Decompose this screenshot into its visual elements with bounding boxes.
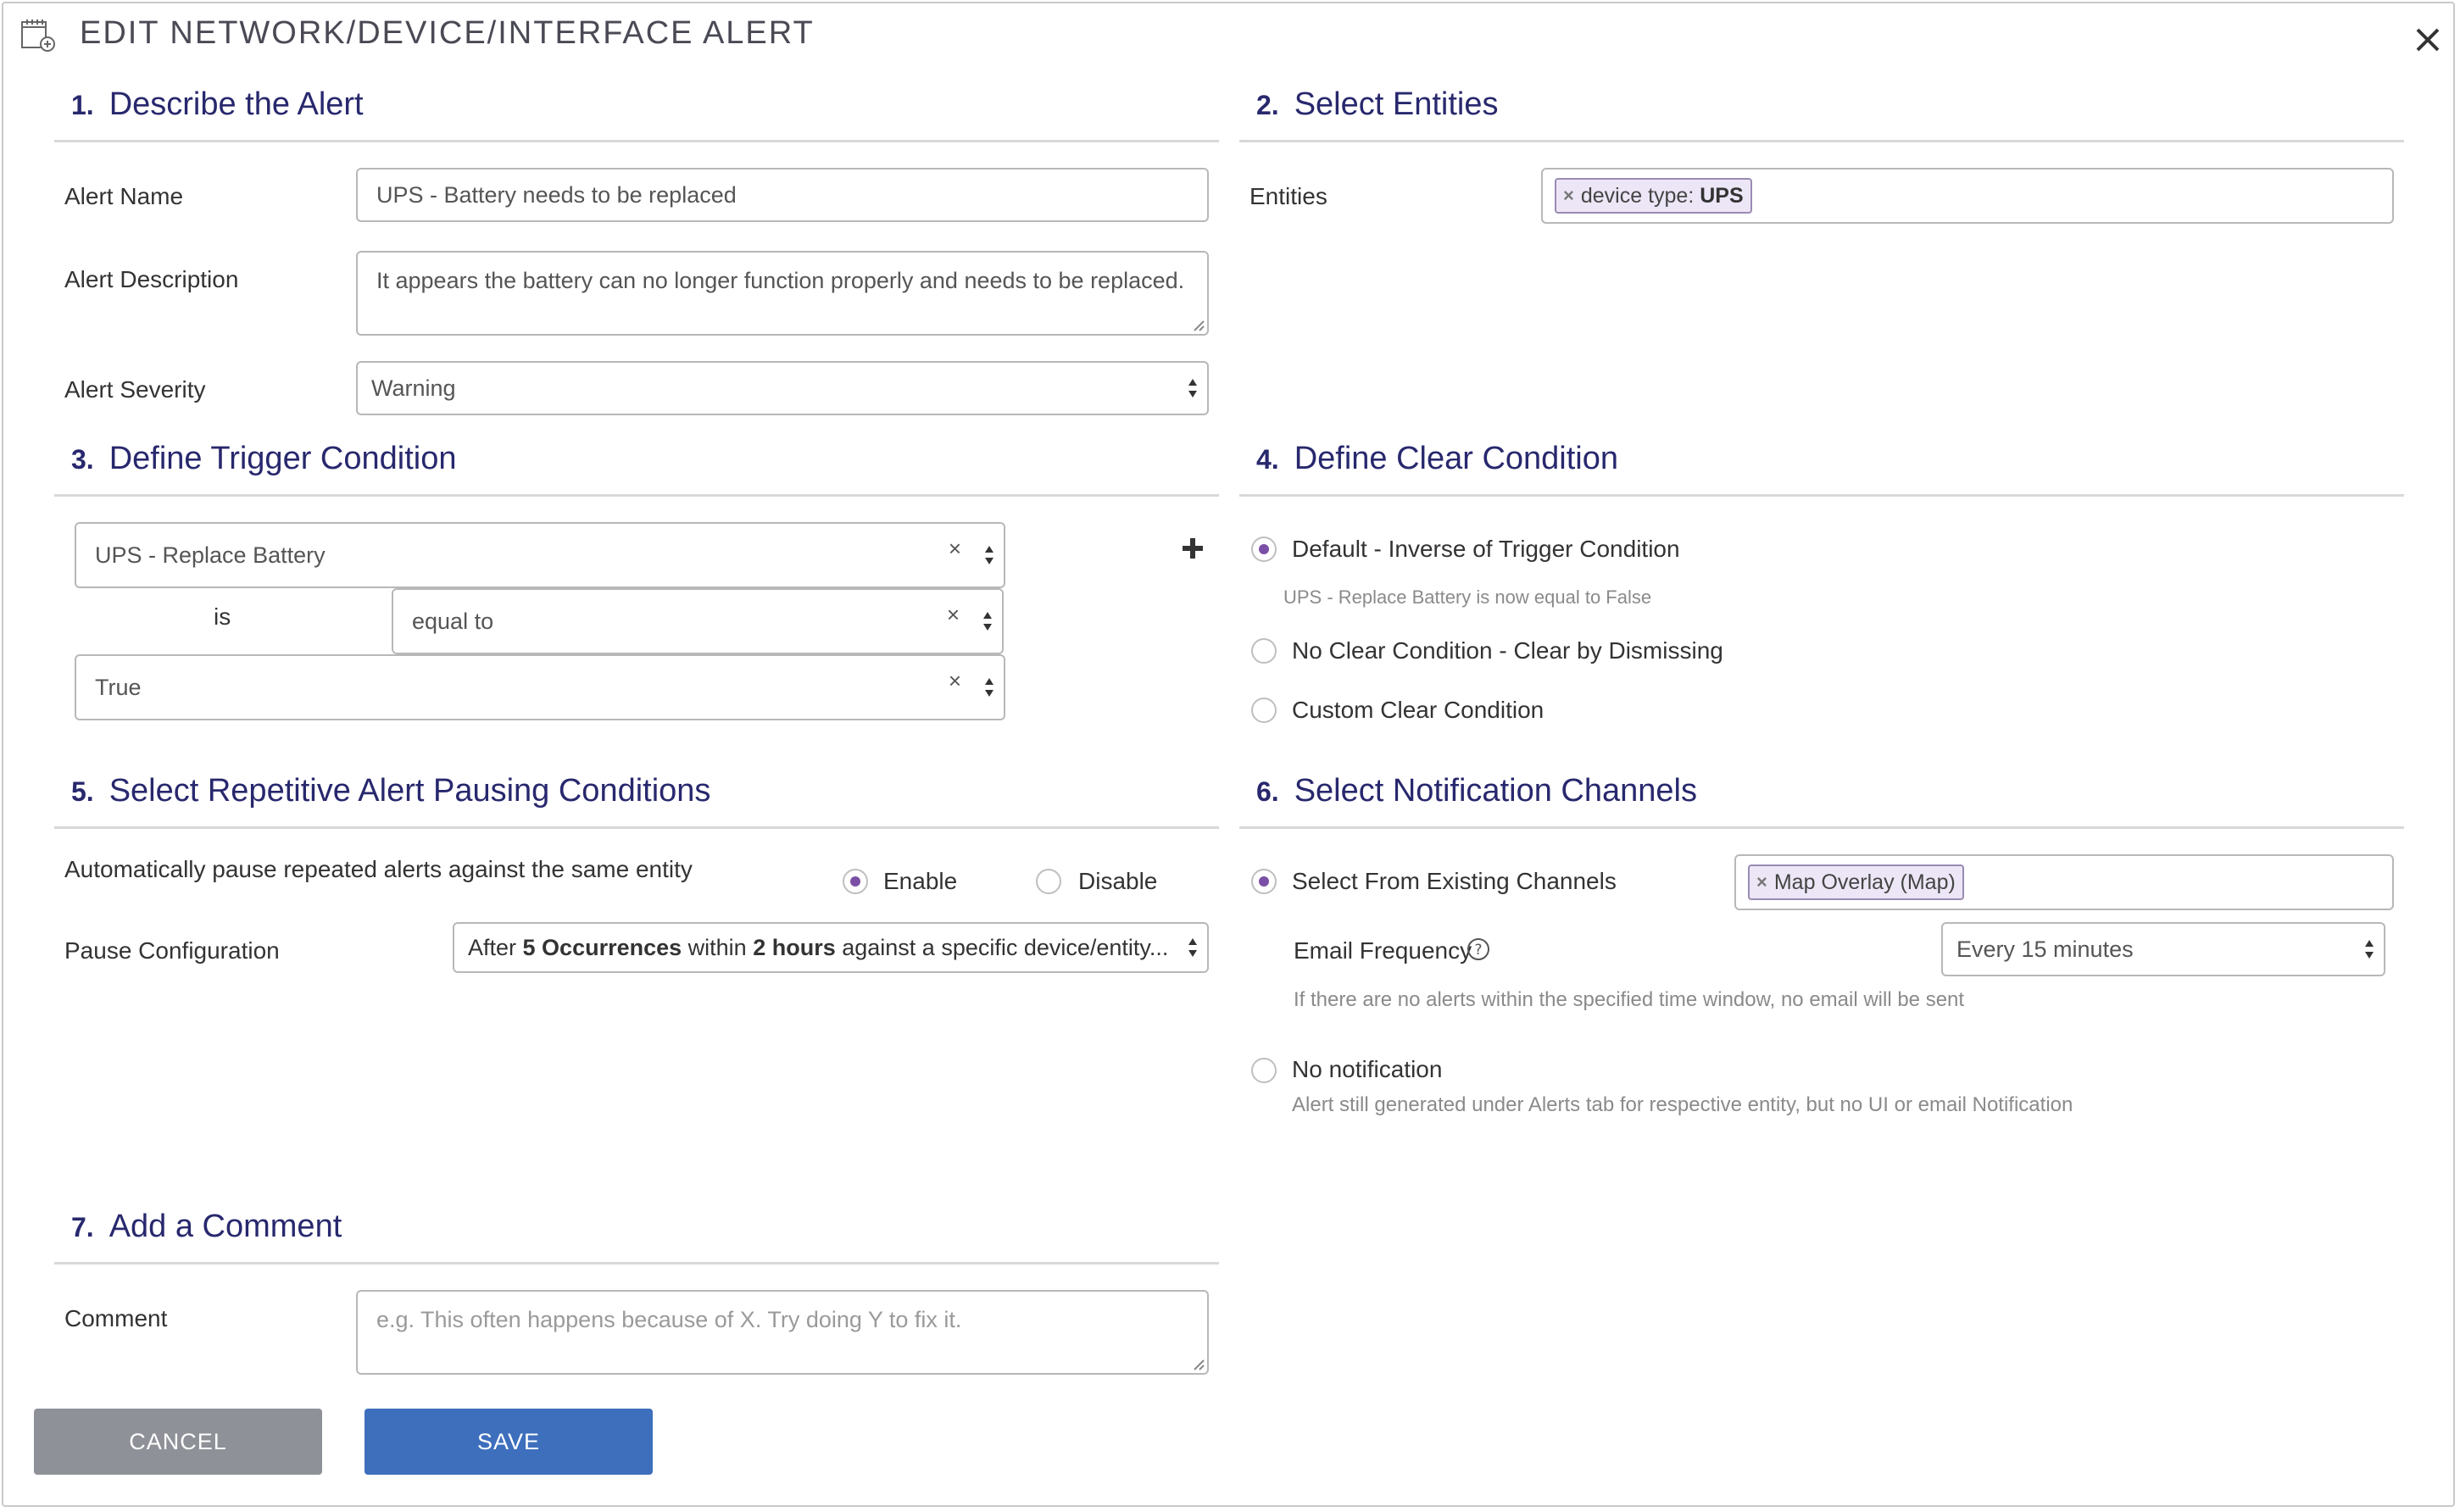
- section-divider: [54, 140, 1219, 142]
- channels-input[interactable]: × Map Overlay (Map): [1734, 854, 2394, 910]
- section-divider: [54, 494, 1219, 497]
- dialog-frame: [2, 2, 2455, 1507]
- entity-tag[interactable]: × device type: UPS: [1555, 178, 1752, 214]
- select-arrows-icon: [985, 546, 993, 564]
- select-arrows-icon: [1188, 379, 1197, 397]
- clear-default-radio[interactable]: [1251, 536, 1277, 562]
- cancel-button[interactable]: CANCEL: [34, 1409, 322, 1475]
- email-frequency-select[interactable]: Every 15 minutes: [1941, 922, 2385, 976]
- channels-none-label[interactable]: No notification: [1292, 1056, 1442, 1083]
- email-frequency-hint: If there are no alerts within the specif…: [1294, 988, 1965, 1011]
- section-pausing-heading: 5. Select Repetitive Alert Pausing Condit…: [71, 773, 711, 809]
- help-circle-icon[interactable]: ?: [1467, 937, 1490, 961]
- alert-severity-select[interactable]: Warning: [356, 361, 1209, 415]
- entities-input[interactable]: × device type: UPS: [1541, 168, 2394, 224]
- clear-dismiss-label[interactable]: No Clear Condition - Clear by Dismissing: [1292, 637, 1723, 664]
- alert-name-label: Alert Name: [64, 183, 184, 209]
- channels-none-hint: Alert still generated under Alerts tab f…: [1292, 1093, 2073, 1116]
- comment-label: Comment: [64, 1305, 168, 1331]
- dialog-title: EDIT NETWORK/DEVICE/INTERFACE ALERT: [80, 15, 815, 51]
- section-divider: [1239, 140, 2404, 142]
- channels-none-radio[interactable]: [1251, 1058, 1277, 1083]
- select-arrows-icon: [983, 612, 992, 631]
- channels-existing-label[interactable]: Select From Existing Channels: [1292, 868, 1617, 895]
- save-button[interactable]: SAVE: [365, 1409, 653, 1475]
- trigger-is-label: is: [214, 603, 231, 630]
- section-divider: [1239, 494, 2404, 497]
- svg-text:?: ?: [1474, 942, 1482, 959]
- comment-textarea[interactable]: e.g. This often happens because of X. Tr…: [356, 1290, 1209, 1375]
- select-arrows-icon: [985, 678, 993, 697]
- section-divider: [54, 1262, 1219, 1265]
- close-icon[interactable]: [2415, 27, 2441, 53]
- clear-x-icon[interactable]: ×: [949, 536, 961, 562]
- section-clear-heading: 4. Define Clear Condition: [1256, 441, 1619, 476]
- resize-handle-icon[interactable]: [1193, 320, 1205, 331]
- clear-custom-label[interactable]: Custom Clear Condition: [1292, 697, 1544, 724]
- plus-icon[interactable]: [1182, 537, 1204, 559]
- entities-label: Entities: [1249, 183, 1327, 209]
- calendar-add-icon: [21, 19, 55, 52]
- channel-tag[interactable]: × Map Overlay (Map): [1748, 864, 1964, 900]
- trigger-operator-select[interactable]: equal to ×: [392, 588, 1004, 654]
- pausing-enable-radio[interactable]: [843, 869, 868, 894]
- clear-x-icon[interactable]: ×: [947, 602, 960, 628]
- section-entities-heading: 2. Select Entities: [1256, 86, 1499, 122]
- remove-tag-icon[interactable]: ×: [1756, 871, 1767, 893]
- section-comment-heading: 7. Add a Comment: [71, 1209, 342, 1244]
- remove-tag-icon[interactable]: ×: [1563, 185, 1574, 207]
- alert-description-label: Alert Description: [64, 266, 239, 292]
- clear-default-hint: UPS - Replace Battery is now equal to Fa…: [1283, 586, 1652, 608]
- pausing-description: Automatically pause repeated alerts agai…: [64, 856, 693, 882]
- pause-configuration-select[interactable]: After 5 Occurrences within 2 hours again…: [453, 922, 1209, 973]
- pause-configuration-label: Pause Configuration: [64, 937, 280, 964]
- pausing-enable-label[interactable]: Enable: [883, 868, 957, 895]
- channels-existing-radio[interactable]: [1251, 869, 1277, 894]
- section-divider: [54, 826, 1219, 829]
- section-trigger-heading: 3. Define Trigger Condition: [71, 441, 457, 476]
- clear-custom-radio[interactable]: [1251, 698, 1277, 723]
- pausing-disable-radio[interactable]: [1036, 869, 1061, 894]
- resize-handle-icon[interactable]: [1193, 1359, 1205, 1370]
- section-describe-heading: 1. Describe the Alert: [71, 86, 364, 122]
- section-channels-heading: 6. Select Notification Channels: [1256, 773, 1697, 809]
- clear-dismiss-radio[interactable]: [1251, 638, 1277, 664]
- select-arrows-icon: [1188, 938, 1197, 957]
- clear-default-label[interactable]: Default - Inverse of Trigger Condition: [1292, 536, 1680, 563]
- trigger-value-select[interactable]: True ×: [75, 654, 1005, 720]
- alert-name-input[interactable]: UPS - Battery needs to be replaced: [356, 168, 1209, 222]
- select-arrows-icon: [2365, 940, 2374, 959]
- section-divider: [1239, 826, 2404, 829]
- clear-x-icon[interactable]: ×: [949, 668, 961, 694]
- trigger-metric-select[interactable]: UPS - Replace Battery ×: [75, 522, 1005, 588]
- alert-severity-label: Alert Severity: [64, 376, 206, 403]
- alert-description-textarea[interactable]: It appears the battery can no longer fun…: [356, 251, 1209, 336]
- pausing-disable-label[interactable]: Disable: [1078, 868, 1157, 895]
- email-frequency-label: Email Frequency: [1294, 937, 1472, 964]
